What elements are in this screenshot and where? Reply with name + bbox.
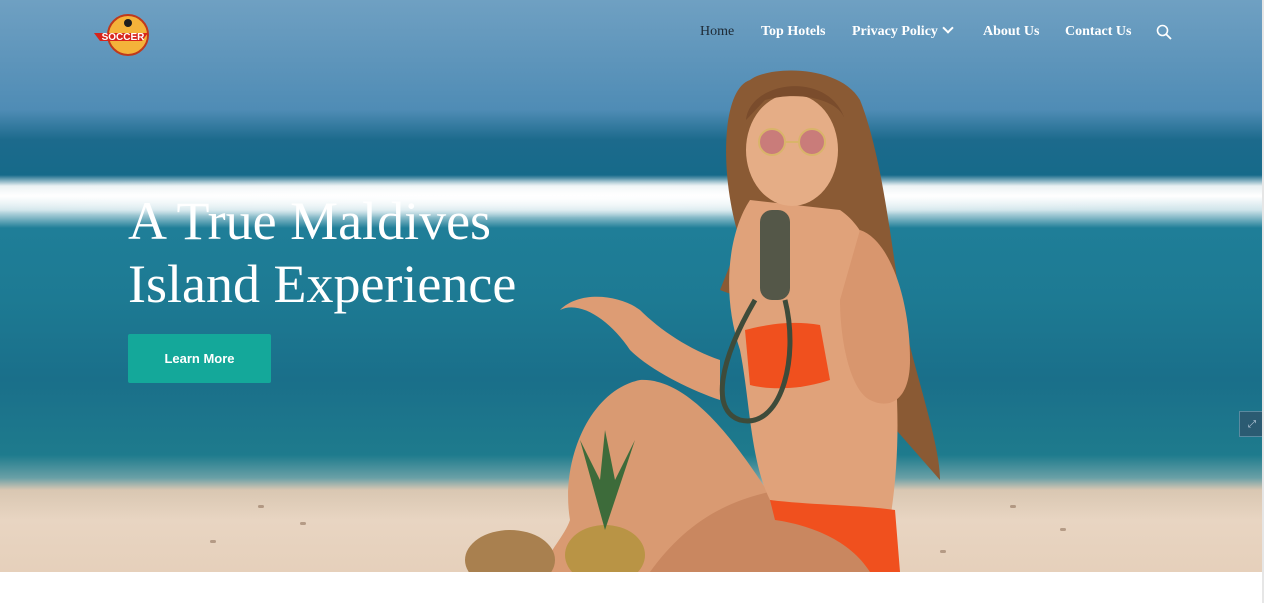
chevron-down-icon [942, 22, 954, 34]
sand-speck [1060, 528, 1066, 531]
nav-home[interactable]: Home [700, 24, 734, 40]
sand-speck [258, 505, 264, 508]
nav-contact-us[interactable]: Contact Us [1065, 24, 1132, 40]
beach-woman-image [465, 70, 940, 572]
hero-headline: A True Maldives Island Experience [128, 190, 516, 316]
learn-more-button[interactable]: Learn More [128, 334, 271, 383]
nav-about-us[interactable]: About Us [983, 24, 1039, 40]
svg-text:SOCCER: SOCCER [102, 32, 146, 43]
sand-speck [300, 522, 306, 525]
nav-privacy-policy-label: Privacy Policy [852, 24, 938, 39]
hero-headline-line2: Island Experience [128, 254, 517, 314]
nav-top-hotels[interactable]: Top Hotels [761, 24, 825, 40]
soccer-logo[interactable]: SOCCER [92, 13, 150, 57]
nav-privacy-policy[interactable]: Privacy Policy [852, 22, 954, 40]
expand-icon[interactable]: ⤢ [1239, 411, 1264, 437]
search-icon[interactable] [1156, 24, 1172, 40]
sand-speck [1010, 505, 1016, 508]
sand-speck [210, 540, 216, 543]
hero-headline-line1: A True Maldives [128, 191, 492, 251]
